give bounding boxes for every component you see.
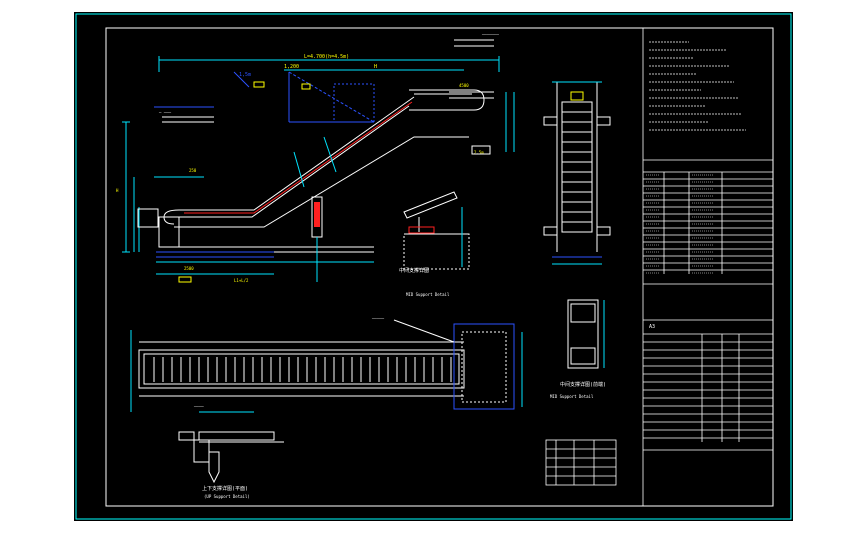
svg-text:L1+L/2: L1+L/2: [234, 278, 249, 283]
bottom-support-title: 上下支撑详图(平面): [202, 485, 248, 492]
drawing-sheet[interactable]: L=4.700(h=4.5m) H 1,200 ─────── 1,5m ─ ─…: [74, 12, 793, 521]
escalator-elevation: L=4.700(h=4.5m) H 1,200 ─────── 1,5m ─ ─…: [116, 32, 515, 283]
svg-text:─────: ─────: [371, 316, 385, 321]
svg-text:────: ────: [193, 404, 204, 409]
spec-text: [646, 174, 714, 274]
mid-support-title-en: MID Support Detail: [406, 292, 450, 297]
svg-text:───────: ───────: [481, 32, 499, 37]
svg-text:250: 250: [189, 168, 197, 173]
section-view: [543, 81, 611, 265]
drawing-canvas[interactable]: L=4.700(h=4.5m) H 1,200 ─────── 1,5m ─ ─…: [74, 12, 793, 521]
svg-text:L=4.700(h=4.5m): L=4.700(h=4.5m): [304, 54, 349, 60]
plan-view: ───── ────: [130, 316, 523, 412]
svg-text:H: H: [116, 188, 119, 193]
svg-text:H: H: [374, 64, 377, 70]
mid-support-title: 中间支撑详图: [399, 267, 429, 274]
svg-text:1,5m: 1,5m: [239, 72, 251, 78]
notes-block: [649, 41, 746, 131]
cad-viewer: L=4.700(h=4.5m) H 1,200 ─────── 1,5m ─ ─…: [0, 0, 867, 533]
inner-frame: [105, 27, 774, 507]
small-table: [545, 439, 617, 486]
sheet-size: A3: [649, 324, 655, 330]
svg-text:─ ───: ─ ───: [158, 110, 172, 115]
top-support-title: 中间支撑详图(前端): [560, 381, 606, 388]
title-block: A3: [642, 28, 773, 506]
svg-text:2500: 2500: [184, 266, 194, 271]
bottom-support-title-en: (UP Support Detail): [204, 494, 250, 499]
svg-text:1,200: 1,200: [284, 64, 299, 70]
top-support-title-en: MID Support Detail: [550, 394, 594, 399]
mid-support-detail: 中间支撑详图 MID Support Detail: [399, 191, 470, 297]
bottom-support-detail: 上下支撑详图(平面) (UP Support Detail): [178, 411, 284, 499]
svg-text:4500: 4500: [459, 83, 469, 88]
top-support-detail: 中间支撑详图(前端) MID Support Detail: [550, 299, 606, 399]
